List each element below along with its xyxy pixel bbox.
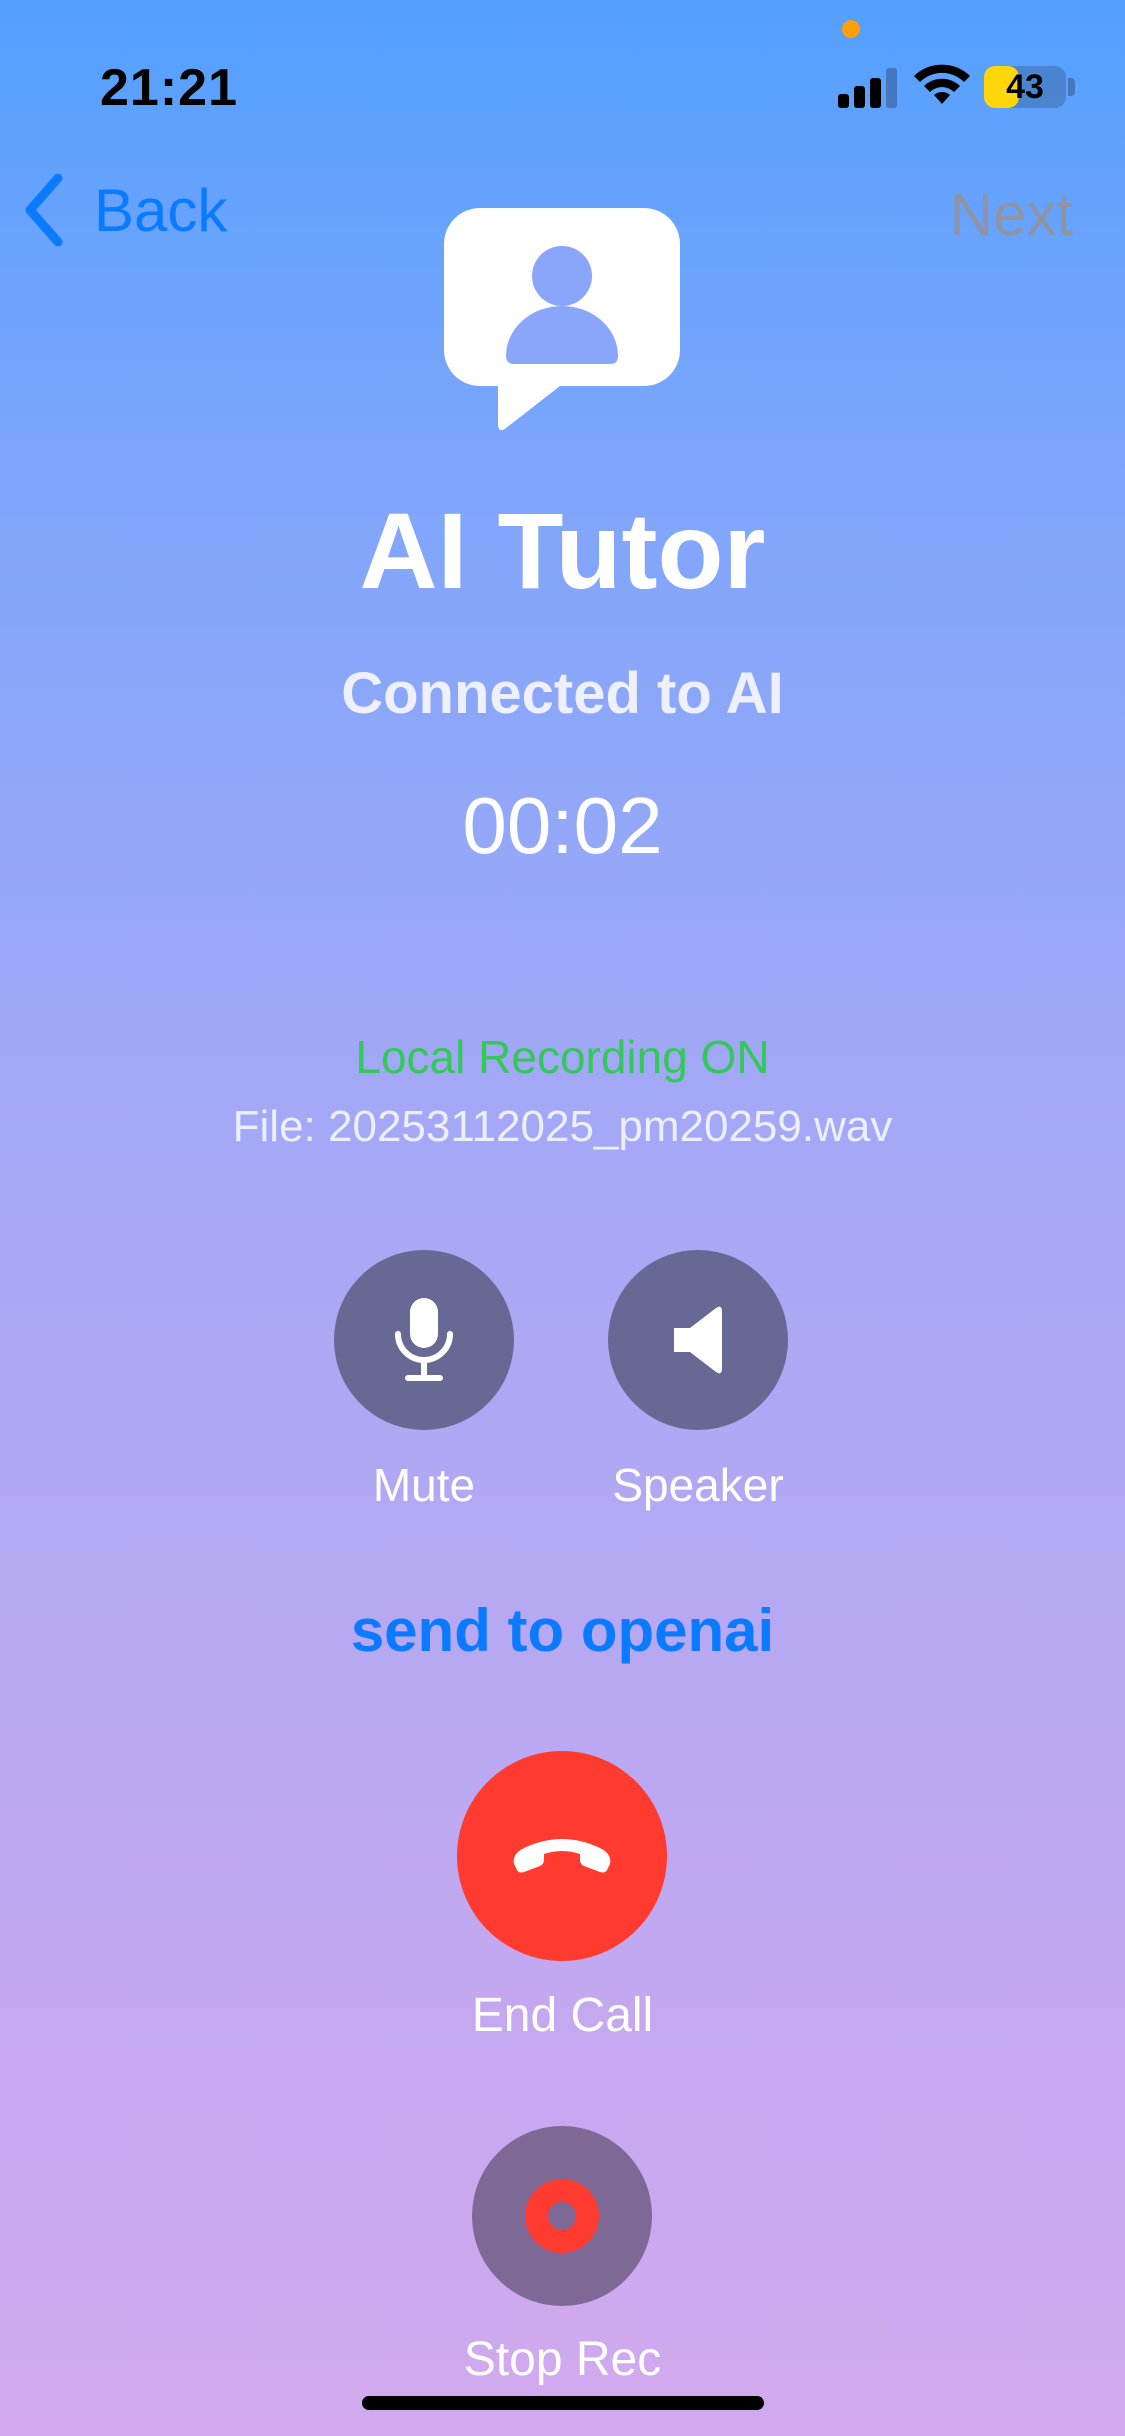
wifi-icon (914, 64, 970, 104)
next-button[interactable]: Next (950, 180, 1073, 249)
privacy-indicator-dot (842, 20, 860, 38)
status-time: 21:21 (100, 59, 238, 117)
recording-status: Local Recording ON (355, 1031, 770, 1083)
battery-nub (1068, 78, 1075, 96)
microphone-icon (395, 1298, 453, 1381)
end-call-button[interactable] (457, 1751, 667, 1961)
back-button[interactable]: Back (24, 170, 227, 250)
mute-button[interactable] (334, 1250, 514, 1430)
connection-status: Connected to AI (341, 661, 784, 726)
speaker-label: Speaker (612, 1459, 784, 1511)
home-indicator (362, 2396, 764, 2410)
battery-percent: 43 (1006, 68, 1044, 106)
end-call-label: End Call (471, 1989, 654, 2042)
speaker-icon (674, 1306, 722, 1374)
battery-icon: 43 (984, 66, 1066, 108)
recording-file-name: File: 20253112025_pm20259.wav (232, 1102, 893, 1151)
cellular-signal-icon (838, 66, 898, 108)
mute-label: Mute (372, 1459, 476, 1511)
call-timer: 00:02 (462, 781, 663, 870)
phone-hangup-icon (513, 1839, 611, 1873)
record-icon (525, 2179, 599, 2253)
stop-recording-button[interactable] (472, 2126, 652, 2306)
send-to-openai-link[interactable]: send to openai (0, 1596, 1125, 1665)
person-speech-bubble-icon (444, 208, 680, 431)
stop-recording-label: Stop Rec (463, 2333, 662, 2386)
chevron-left-icon (25, 174, 63, 246)
back-label: Back (94, 176, 228, 244)
speaker-button[interactable] (608, 1250, 788, 1430)
page-title: AI Tutor (359, 490, 766, 611)
